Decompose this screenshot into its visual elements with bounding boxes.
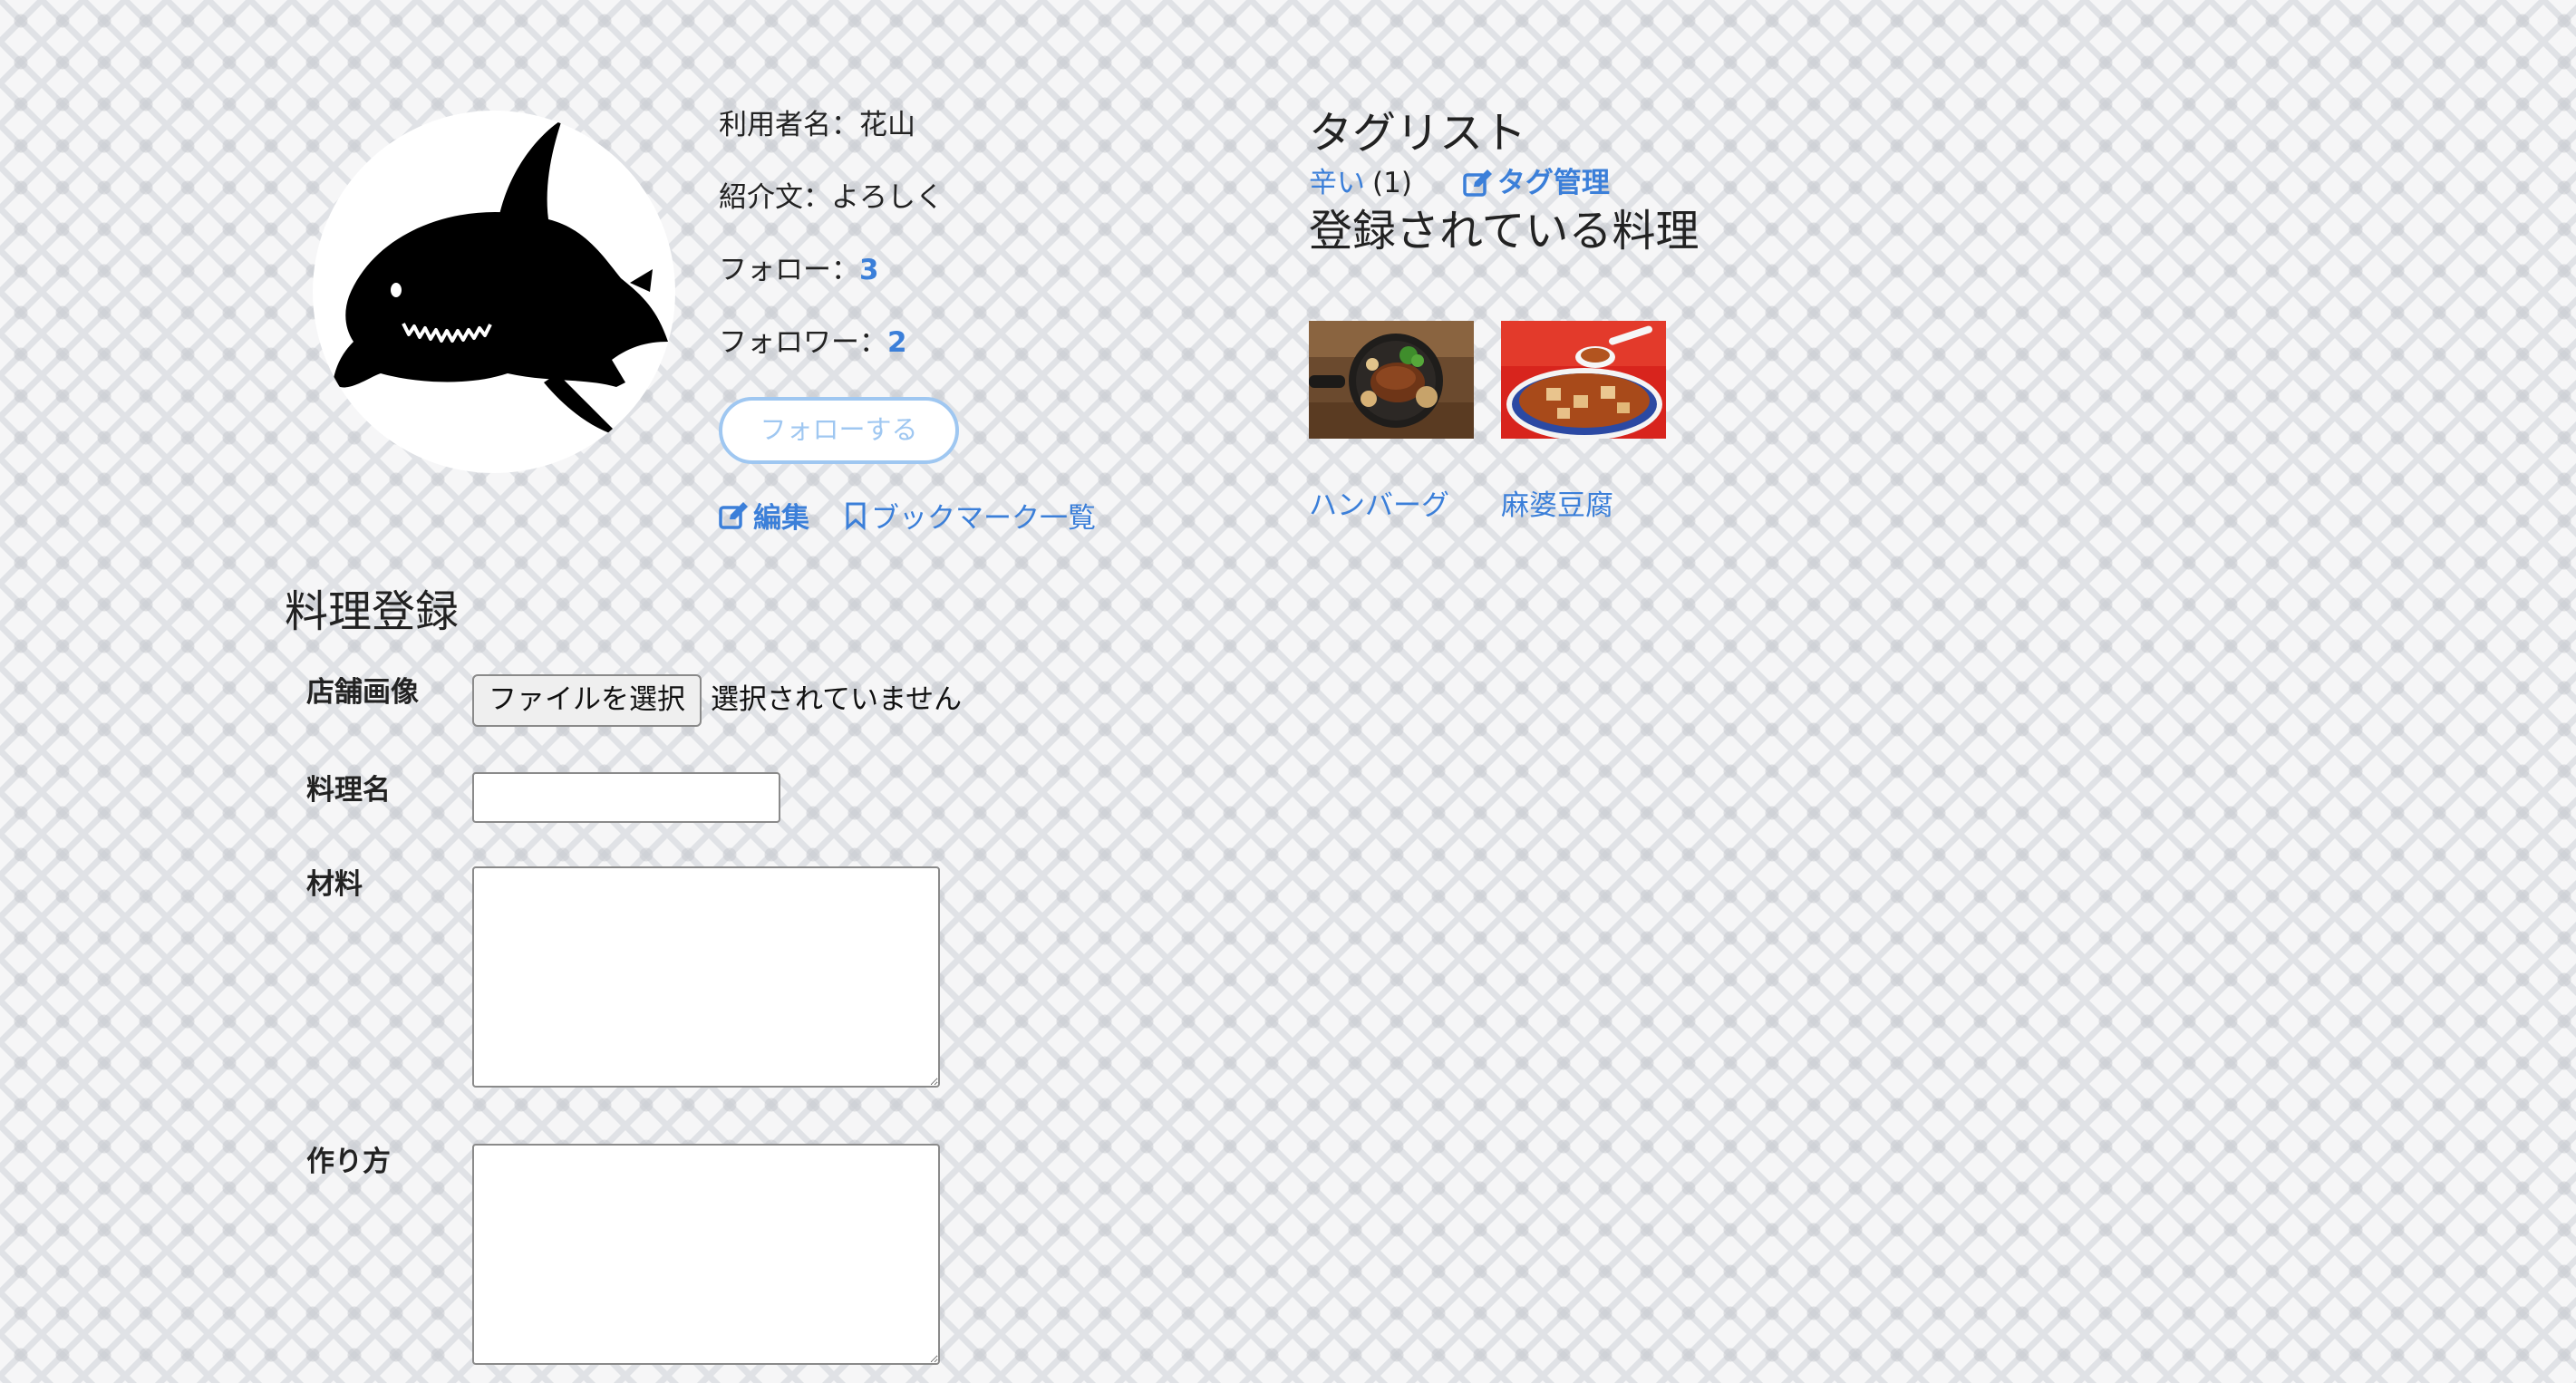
follow-button[interactable]: フォローする xyxy=(719,397,959,464)
image-label: 店舗画像 xyxy=(306,676,419,709)
dish-name-link[interactable]: 麻婆豆腐 xyxy=(1501,482,1666,523)
steps-textarea[interactable] xyxy=(472,1144,940,1365)
dish-register-heading: 料理登録 xyxy=(285,586,460,637)
profile-links: 編集 ブックマーク一覧 xyxy=(719,495,1263,536)
bookmark-list-link[interactable]: ブックマーク一覧 xyxy=(844,495,1096,536)
tag-dish-section: タグリスト 辛い (1) タグ管理 登録されている料理 ハンバーグ 麻婆豆腐 xyxy=(1309,102,2397,523)
follow-line: フォロー：3 xyxy=(719,252,1263,288)
tag-row: 辛い (1) タグ管理 xyxy=(1309,161,2397,205)
dish-name-link[interactable]: ハンバーグ xyxy=(1309,482,1474,523)
dish-card: 麻婆豆腐 xyxy=(1501,321,1666,523)
edit-icon xyxy=(1463,169,1492,197)
follow-count-link[interactable]: 3 xyxy=(859,254,879,286)
follower-count-link[interactable]: 2 xyxy=(887,326,907,359)
dish-card: ハンバーグ xyxy=(1309,321,1474,523)
dish-name-label: 料理名 xyxy=(306,774,391,807)
follower-label: フォロワー： xyxy=(719,326,887,359)
mapo-tofu-photo[interactable] xyxy=(1501,321,1666,439)
bookmark-icon xyxy=(846,502,866,530)
edit-label: 編集 xyxy=(753,502,809,535)
hamburg-steak-photo[interactable] xyxy=(1309,321,1474,439)
profile-info: 利用者名：花山 紹介文：よろしく フォロー：3 フォロワー：2 フォローする 編… xyxy=(719,107,1263,536)
hamburg-steak-image xyxy=(1309,321,1474,439)
tag-list-heading: タグリスト xyxy=(1309,108,1527,159)
registered-dishes-heading: 登録されている料理 xyxy=(1309,206,1700,256)
mapo-tofu-image xyxy=(1501,321,1666,439)
file-status-text: 選択されていません xyxy=(711,683,963,716)
username-line: 利用者名：花山 xyxy=(719,109,915,141)
edit-link[interactable]: 編集 xyxy=(719,495,809,536)
shark-avatar-icon xyxy=(333,120,668,437)
edit-icon xyxy=(719,501,748,529)
tag-link-spicy[interactable]: 辛い xyxy=(1309,161,1365,205)
tag-count: (1) xyxy=(1372,167,1412,199)
follow-label: フォロー： xyxy=(719,254,859,286)
tag-manage-label: タグ管理 xyxy=(1496,167,1610,199)
ingredients-label: 材料 xyxy=(306,868,363,901)
follower-line: フォロワー：2 xyxy=(719,324,1263,361)
introduction-line: 紹介文：よろしく xyxy=(719,181,944,214)
dish-list: ハンバーグ 麻婆豆腐 xyxy=(1309,321,2397,523)
ingredients-textarea[interactable] xyxy=(472,866,940,1088)
tag-manage-link[interactable]: タグ管理 xyxy=(1463,161,1610,205)
bookmark-list-label: ブックマーク一覧 xyxy=(871,502,1096,535)
steps-label: 作り方 xyxy=(306,1146,391,1178)
dish-name-input[interactable] xyxy=(472,772,780,823)
avatar xyxy=(313,111,675,473)
choose-file-button[interactable]: ファイルを選択 xyxy=(472,674,702,727)
